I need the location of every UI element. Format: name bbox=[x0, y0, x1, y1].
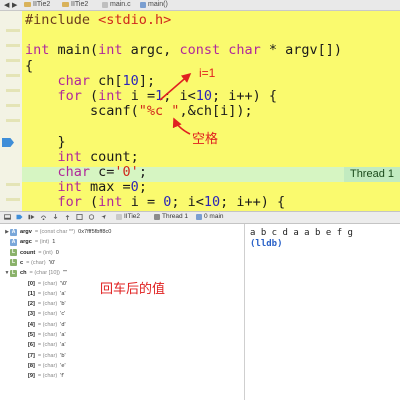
variable-value: "" bbox=[62, 270, 67, 277]
thread-icon bbox=[154, 213, 160, 220]
variable-value: 'c' bbox=[60, 311, 66, 318]
view-hierarchy-icon[interactable] bbox=[76, 214, 83, 220]
variable-type: = (char) bbox=[37, 311, 58, 318]
variable-type: = (int) bbox=[38, 249, 53, 256]
variable-type: = (char) bbox=[37, 362, 58, 369]
variable-name: [4] bbox=[28, 321, 35, 328]
local-variable-icon: L bbox=[10, 249, 17, 257]
variable-value: 0x7fff5fbff8c0 bbox=[78, 229, 112, 235]
variable-name: argv bbox=[20, 229, 32, 235]
variable-row[interactable]: [1] = (char)'a' bbox=[0, 289, 66, 299]
console-prompt[interactable]: (lldb) bbox=[250, 239, 283, 249]
variable-value: 'e' bbox=[60, 362, 66, 369]
annotation-arrows bbox=[159, 72, 192, 135]
variable-value: '\0' bbox=[48, 259, 56, 266]
local-variable-icon: L bbox=[10, 269, 17, 277]
variable-row[interactable]: [8] = (char)'e' bbox=[0, 361, 66, 371]
variable-type: = (char) bbox=[37, 342, 58, 349]
variable-row[interactable]: Aargc = (int) 1 bbox=[0, 237, 55, 247]
variable-value: 'b' bbox=[60, 301, 66, 308]
variable-name: [8] bbox=[28, 362, 35, 369]
variable-name: argc bbox=[20, 239, 32, 246]
variable-value: 'f' bbox=[60, 373, 64, 380]
variable-name: [1] bbox=[28, 290, 35, 297]
variable-name: c bbox=[20, 259, 24, 266]
arrow-to-format-space bbox=[172, 117, 191, 135]
variable-row[interactable]: ▶ Aargv = (const char **) 0x7fff5fbff8c0 bbox=[0, 227, 111, 237]
variable-row[interactable]: [4] = (char)'d' bbox=[0, 320, 66, 330]
annotation-value-after-enter: 回车后的值 bbox=[100, 281, 166, 296]
variable-row[interactable]: Lcount = (int) 0 bbox=[0, 248, 59, 258]
hide-debug-area-icon[interactable] bbox=[4, 214, 11, 220]
variable-value: 'd' bbox=[60, 321, 66, 328]
variable-row[interactable]: [6] = (char)'a' bbox=[0, 340, 66, 350]
variable-type: = (int) bbox=[34, 239, 50, 246]
debug-bar: IITie2 Thread 1 0 main bbox=[0, 211, 400, 224]
variable-name: [2] bbox=[28, 301, 35, 308]
step-into-icon[interactable] bbox=[52, 214, 59, 220]
variable-type: = (char) bbox=[26, 259, 46, 266]
variable-value: '\0' bbox=[60, 280, 68, 287]
continue-icon[interactable] bbox=[28, 214, 35, 220]
variable-row[interactable]: ▼ Lch = (char [10]) "" bbox=[0, 268, 67, 278]
memory-graph-icon[interactable] bbox=[88, 214, 95, 220]
breakpoints-toggle-icon[interactable] bbox=[16, 214, 23, 220]
variable-row[interactable]: [2] = (char)'b' bbox=[0, 299, 66, 309]
variable-name: [3] bbox=[28, 311, 35, 318]
variable-name: [0] bbox=[28, 280, 35, 287]
variable-value: 1 bbox=[52, 239, 56, 246]
variable-value: 'a' bbox=[60, 332, 66, 338]
app-icon bbox=[116, 213, 122, 220]
variable-type: = (char) bbox=[37, 373, 58, 380]
console-view[interactable]: a b c d a a b e f g (lldb) bbox=[245, 224, 400, 400]
variable-type: = (const char **) bbox=[34, 229, 76, 235]
variable-type: = (char [10]) bbox=[29, 270, 60, 277]
arrow-to-i-init bbox=[159, 72, 192, 101]
variable-row[interactable]: [9] = (char)'f' bbox=[0, 371, 64, 381]
variable-name: count bbox=[20, 249, 36, 256]
variable-name: [7] bbox=[28, 352, 35, 359]
local-variable-icon: L bbox=[10, 259, 17, 267]
variable-type: = (char) bbox=[37, 321, 58, 328]
variable-type: = (char) bbox=[37, 290, 58, 297]
step-out-icon[interactable] bbox=[64, 214, 71, 220]
variable-row[interactable]: [3] = (char)'c' bbox=[0, 309, 65, 319]
argument-icon: A bbox=[10, 228, 17, 236]
console-output: a b c d a a b e f g bbox=[250, 228, 353, 238]
variable-row[interactable]: [0] = (char) '\0' bbox=[0, 279, 67, 289]
variable-row[interactable]: [7] = (char)'b' bbox=[0, 351, 66, 361]
debug-crumb-thread[interactable]: Thread 1 bbox=[154, 213, 188, 220]
variable-value: 'b' bbox=[60, 352, 66, 359]
variables-view[interactable]: ▶ Aargv = (const char **) 0x7fff5fbff8c0 Aar… bbox=[0, 224, 245, 400]
annotation-space: 空格 bbox=[192, 131, 219, 146]
debug-crumb-frame[interactable]: 0 main bbox=[196, 213, 224, 220]
debug-crumb-project[interactable]: IITie2 bbox=[116, 213, 140, 220]
variable-row[interactable]: [5] = (char)'a' bbox=[0, 330, 66, 340]
variable-type: = (char) bbox=[37, 280, 58, 287]
variable-type: = (char) bbox=[37, 332, 58, 338]
variable-row[interactable]: Lc = (char) '\0' bbox=[0, 258, 55, 268]
variable-value: 'a' bbox=[60, 342, 66, 349]
location-icon[interactable] bbox=[100, 214, 107, 220]
variable-name: [6] bbox=[28, 342, 35, 349]
variable-type: = (char) bbox=[37, 301, 58, 308]
variable-value: 'a' bbox=[60, 290, 66, 297]
variable-name: ch bbox=[20, 270, 27, 277]
argument-icon: A bbox=[10, 238, 17, 246]
variable-type: = (char) bbox=[37, 352, 58, 359]
step-over-icon[interactable] bbox=[40, 214, 47, 220]
stack-frame-icon bbox=[196, 213, 202, 220]
annotation-i-equals-1: i=1 bbox=[199, 66, 216, 80]
variable-name: [9] bbox=[28, 373, 35, 380]
variable-name: [5] bbox=[28, 332, 35, 338]
variable-value: 0 bbox=[55, 249, 59, 256]
